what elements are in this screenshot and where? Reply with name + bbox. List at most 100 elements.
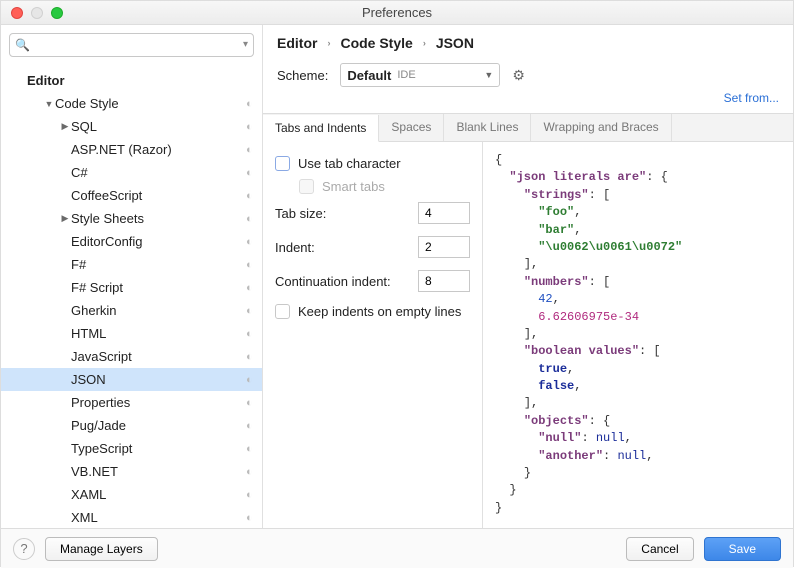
sidebar-item-javascript[interactable]: JavaScript ◐ — [1, 345, 262, 368]
override-icon: ◐ — [246, 190, 256, 202]
tree-label: Code Style — [55, 96, 242, 111]
tree-label: Editor — [27, 73, 256, 88]
tree-label: XML — [71, 510, 242, 525]
help-button[interactable]: ? — [13, 538, 35, 560]
tab-size-input[interactable] — [418, 202, 470, 224]
tree-label: Style Sheets — [71, 211, 242, 226]
tab-tabs-indents[interactable]: Tabs and Indents — [263, 115, 379, 142]
sidebar-item-style-sheets[interactable]: ▶Style Sheets ◐ — [1, 207, 262, 230]
sidebar-item-properties[interactable]: Properties ◐ — [1, 391, 262, 414]
tabs: Tabs and Indents Spaces Blank Lines Wrap… — [263, 113, 793, 142]
window-close-button[interactable] — [11, 7, 23, 19]
gear-icon[interactable]: ⚙ — [512, 67, 525, 84]
cancel-button[interactable]: Cancel — [626, 537, 693, 561]
titlebar: Preferences — [1, 1, 793, 25]
tree-editor[interactable]: Editor — [1, 69, 262, 92]
scheme-value: Default — [347, 68, 391, 83]
expander-icon[interactable]: ▶ — [59, 121, 71, 132]
search-history-icon[interactable]: ▾ — [243, 39, 248, 50]
tree-code-style[interactable]: ▼Code Style ◐ — [1, 92, 262, 115]
window-minimize-button[interactable] — [31, 7, 43, 19]
use-tab-label: Use tab character — [298, 156, 401, 171]
chevron-icon: › — [327, 38, 330, 48]
override-icon: ◐ — [246, 466, 256, 478]
crumb-codestyle[interactable]: Code Style — [340, 35, 412, 51]
sidebar-item-xaml[interactable]: XAML ◐ — [1, 483, 262, 506]
sidebar-item-f-[interactable]: F# ◐ — [1, 253, 262, 276]
override-icon: ◐ — [246, 420, 256, 432]
tab-blank-lines[interactable]: Blank Lines — [444, 114, 531, 141]
override-icon: ◐ — [246, 213, 256, 225]
override-icon: ◐ — [246, 374, 256, 386]
sidebar: 🔍 ▾ Editor ▼Code Style◐ ▶SQL◐ASP.NET (Ra… — [1, 25, 263, 528]
tree-label: Gherkin — [71, 303, 242, 318]
tab-spaces[interactable]: Spaces — [379, 114, 444, 141]
tab-wrapping[interactable]: Wrapping and Braces — [531, 114, 671, 141]
set-from-link[interactable]: Set from... — [263, 89, 793, 113]
override-icon: ◐ — [246, 259, 256, 271]
sidebar-item-gherkin[interactable]: Gherkin ◐ — [1, 299, 262, 322]
cont-indent-label: Continuation indent: — [275, 274, 418, 289]
window-zoom-button[interactable] — [51, 7, 63, 19]
use-tab-row[interactable]: Use tab character — [275, 156, 470, 171]
tree-label: HTML — [71, 326, 242, 341]
expander-icon[interactable]: ▶ — [59, 213, 71, 224]
window-title: Preferences — [362, 5, 432, 20]
save-button[interactable]: Save — [704, 537, 781, 561]
keep-indents-row[interactable]: Keep indents on empty lines — [275, 304, 470, 319]
indent-form: Use tab character Smart tabs Tab size: I… — [263, 142, 483, 528]
override-icon: ◐ — [246, 236, 256, 248]
sidebar-item-json[interactable]: JSON◐ — [1, 368, 262, 391]
override-icon: ◐ — [246, 489, 256, 501]
tree-label: Pug/Jade — [71, 418, 242, 433]
keep-indents-checkbox[interactable] — [275, 304, 290, 319]
sidebar-item-asp-net-razor-[interactable]: ASP.NET (Razor)◐ — [1, 138, 262, 161]
tree-label: EditorConfig — [71, 234, 242, 249]
sidebar-item-c-[interactable]: C#◐ — [1, 161, 262, 184]
sidebar-item-coffeescript[interactable]: CoffeeScript ◐ — [1, 184, 262, 207]
override-icon: ◐ — [246, 144, 256, 156]
chevron-down-icon: ▼ — [484, 70, 493, 80]
tree-label: JavaScript — [71, 349, 242, 364]
smart-tabs-label: Smart tabs — [322, 179, 385, 194]
cont-indent-input[interactable] — [418, 270, 470, 292]
sidebar-item-typescript[interactable]: TypeScript◐ — [1, 437, 262, 460]
smart-tabs-row: Smart tabs — [275, 179, 470, 194]
tree-label: C# — [71, 165, 242, 180]
main-panel: Editor › Code Style › JSON Scheme: Defau… — [263, 25, 793, 528]
scheme-dropdown[interactable]: Default IDE ▼ — [340, 63, 500, 87]
tree-label: F# — [71, 257, 242, 272]
crumb-editor[interactable]: Editor — [277, 35, 317, 51]
expander-icon[interactable]: ▼ — [43, 99, 55, 109]
override-icon: ◐ — [246, 512, 256, 524]
override-icon: ◐ — [246, 98, 256, 110]
sidebar-item-vb-net[interactable]: VB.NET◐ — [1, 460, 262, 483]
crumb-json: JSON — [436, 35, 474, 51]
sidebar-item-editorconfig[interactable]: EditorConfig ◐ — [1, 230, 262, 253]
tree-label: SQL — [71, 119, 242, 134]
sidebar-item-f-script[interactable]: F# Script◐ — [1, 276, 262, 299]
sidebar-item-html[interactable]: HTML ◐ — [1, 322, 262, 345]
sidebar-item-xml[interactable]: XML ◐ — [1, 506, 262, 528]
sidebar-item-sql[interactable]: ▶SQL ◐ — [1, 115, 262, 138]
override-icon: ◐ — [246, 351, 256, 363]
scheme-label: Scheme: — [277, 68, 328, 83]
manage-layers-button[interactable]: Manage Layers — [45, 537, 158, 561]
override-icon: ◐ — [246, 305, 256, 317]
tree-label: Properties — [71, 395, 242, 410]
override-icon: ◐ — [246, 328, 256, 340]
indent-input[interactable] — [418, 236, 470, 258]
override-icon: ◐ — [246, 397, 256, 409]
use-tab-checkbox[interactable] — [275, 156, 290, 171]
footer: ? Manage Layers Cancel Save — [1, 528, 793, 568]
tree-label: XAML — [71, 487, 242, 502]
tree-label: TypeScript — [71, 441, 242, 456]
override-icon: ◐ — [246, 121, 256, 133]
tree-label: CoffeeScript — [71, 188, 242, 203]
breadcrumb: Editor › Code Style › JSON — [263, 25, 793, 57]
search-icon: 🔍 — [15, 38, 30, 52]
scheme-scope: IDE — [397, 69, 415, 81]
search-input[interactable] — [9, 33, 254, 57]
keep-indents-label: Keep indents on empty lines — [298, 304, 461, 319]
sidebar-item-pug-jade[interactable]: Pug/Jade ◐ — [1, 414, 262, 437]
